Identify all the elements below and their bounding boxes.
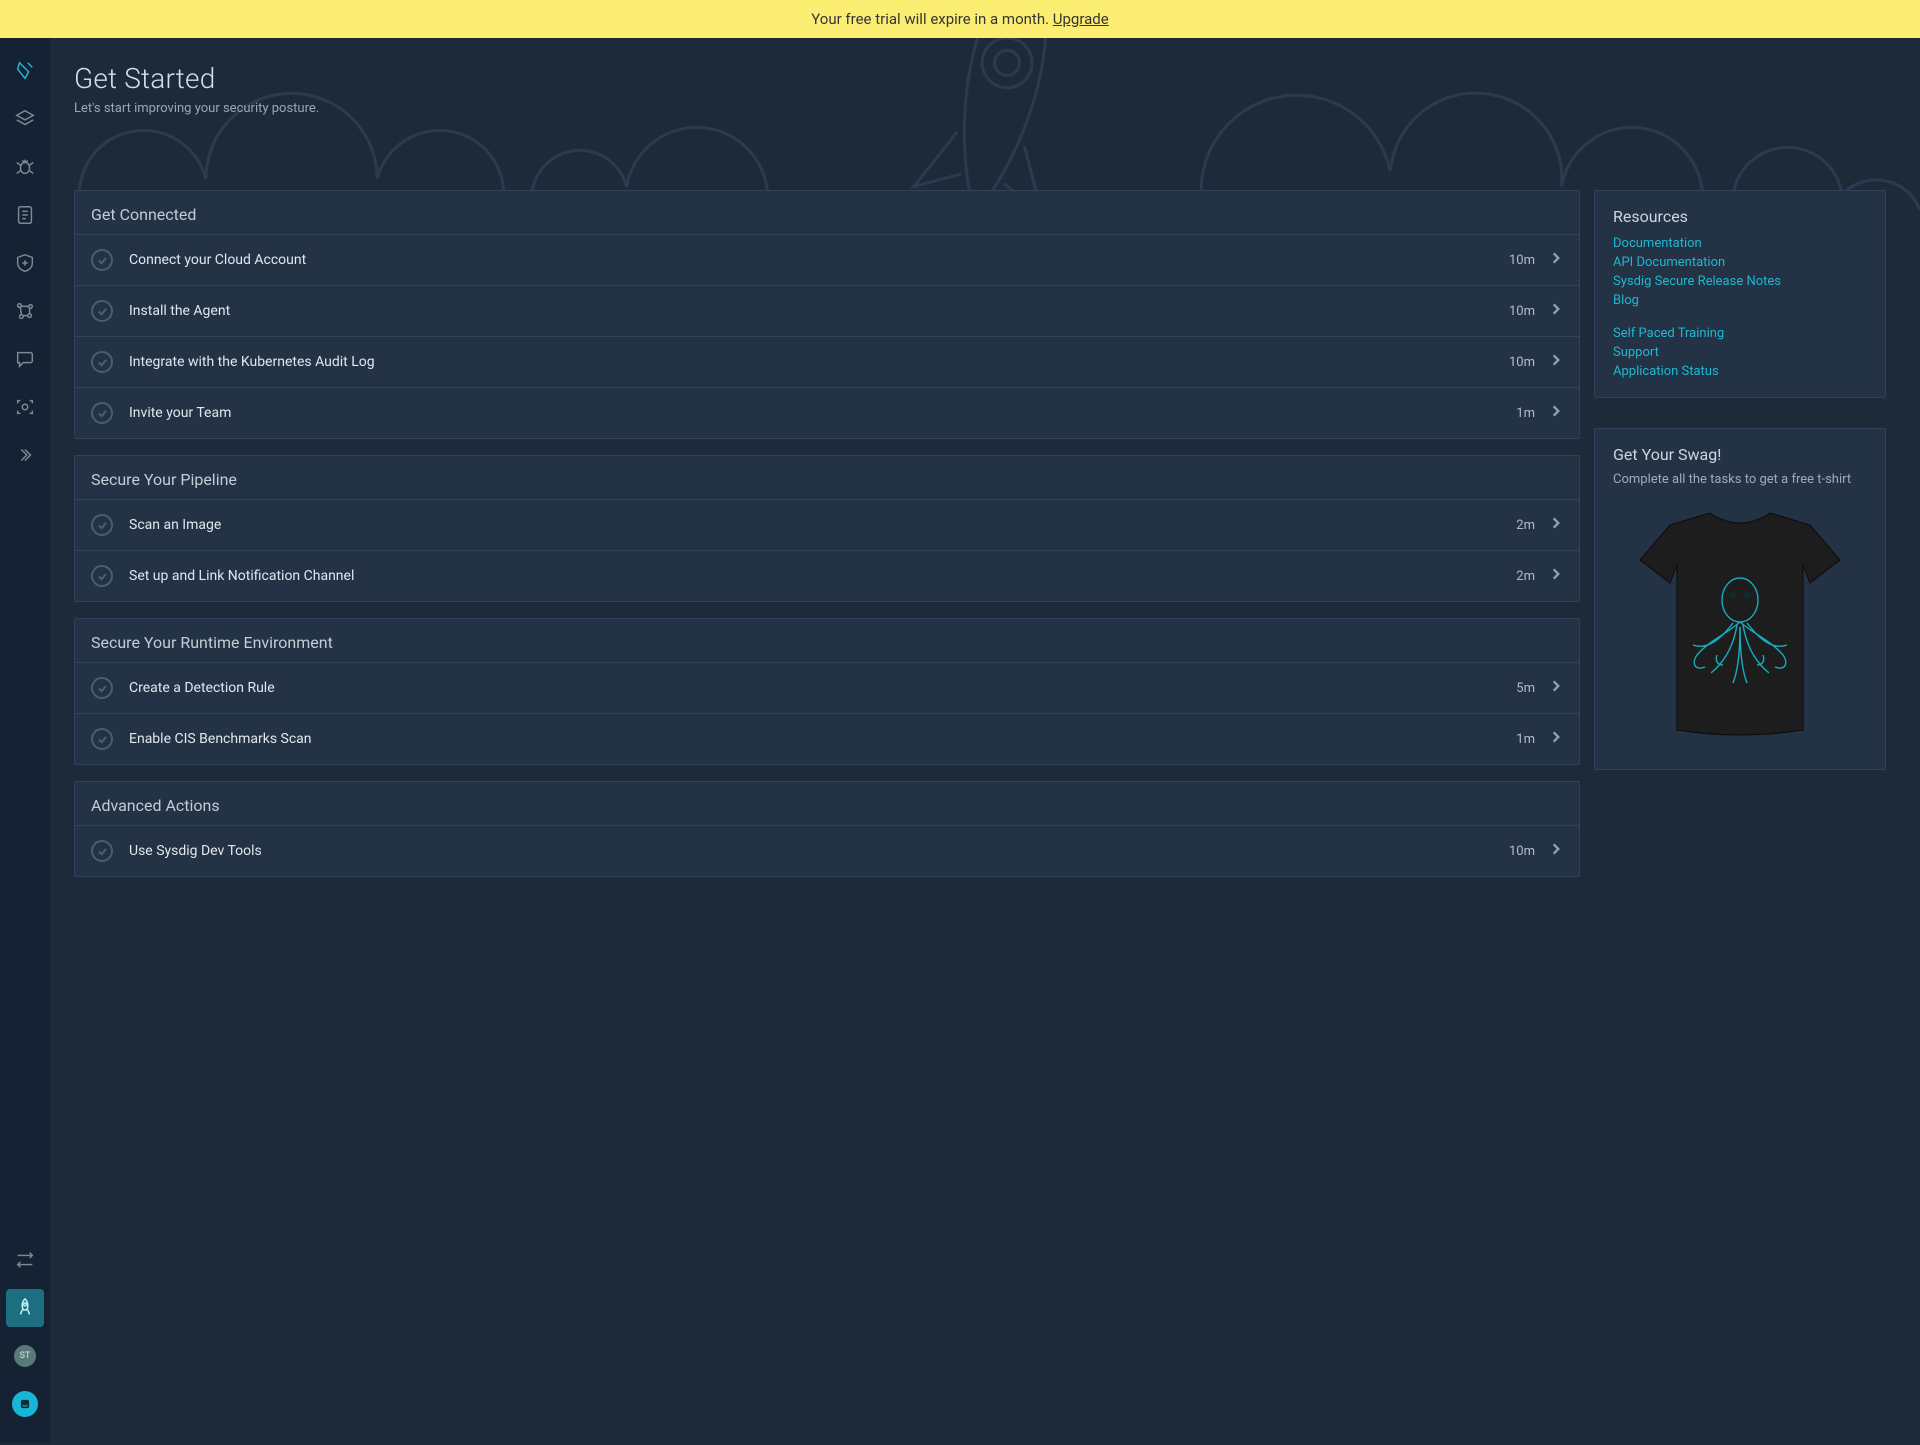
- sidebar-item-shield[interactable]: [6, 244, 44, 282]
- resource-link[interactable]: Self Paced Training: [1613, 326, 1867, 341]
- chevron-right-icon: [1549, 679, 1563, 697]
- task-time: 10m: [1509, 355, 1535, 370]
- chevron-right-icon: [1549, 516, 1563, 534]
- swag-panel: Get Your Swag! Complete all the tasks to…: [1594, 428, 1886, 770]
- task-label: Enable CIS Benchmarks Scan: [129, 731, 312, 747]
- task-section-title: Get Connected: [75, 191, 1579, 234]
- task-section-title: Secure Your Runtime Environment: [75, 619, 1579, 662]
- resource-link[interactable]: Application Status: [1613, 364, 1867, 379]
- chevron-right-icon: [1549, 353, 1563, 371]
- check-icon: [91, 514, 113, 536]
- task-time: 2m: [1516, 518, 1535, 533]
- resource-link[interactable]: API Documentation: [1613, 255, 1867, 270]
- task-label: Set up and Link Notification Channel: [129, 568, 354, 584]
- sidebar-item-get-started[interactable]: [6, 1289, 44, 1327]
- chevron-right-icon: [1549, 302, 1563, 320]
- task-section: Get Connected Connect your Cloud Account 1…: [74, 190, 1580, 439]
- sidebar-item-switch[interactable]: [6, 1241, 44, 1279]
- main: Get Started Let's start improving your s…: [50, 38, 1920, 1443]
- task-time: 10m: [1509, 253, 1535, 268]
- task-row[interactable]: Integrate with the Kubernetes Audit Log 1…: [75, 336, 1579, 387]
- task-row[interactable]: Connect your Cloud Account 10m: [75, 234, 1579, 285]
- chevron-right-icon: [1549, 567, 1563, 585]
- check-icon: [91, 565, 113, 587]
- swag-text: Complete all the tasks to get a free t-s…: [1613, 472, 1867, 487]
- check-icon: [91, 249, 113, 271]
- task-time: 2m: [1516, 569, 1535, 584]
- sidebar-item-chat[interactable]: [6, 340, 44, 378]
- task-section-title: Secure Your Pipeline: [75, 456, 1579, 499]
- avatar-initials: ST: [14, 1345, 36, 1367]
- chevron-right-icon: [1549, 404, 1563, 422]
- check-icon: [91, 300, 113, 322]
- resource-link[interactable]: Sysdig Secure Release Notes: [1613, 274, 1867, 289]
- trial-banner: Your free trial will expire in a month. …: [0, 0, 1920, 38]
- sidebar-item-bug[interactable]: [6, 148, 44, 186]
- task-row[interactable]: Use Sysdig Dev Tools 10m: [75, 825, 1579, 876]
- task-time: 5m: [1516, 681, 1535, 696]
- intercom-icon: [12, 1391, 38, 1417]
- task-row[interactable]: Invite your Team 1m: [75, 387, 1579, 438]
- task-row[interactable]: Enable CIS Benchmarks Scan 1m: [75, 713, 1579, 764]
- task-section-title: Advanced Actions: [75, 782, 1579, 825]
- chevron-right-icon: [1549, 842, 1563, 860]
- resource-link[interactable]: Support: [1613, 345, 1867, 360]
- task-label: Scan an Image: [129, 517, 221, 533]
- brand-icon[interactable]: [6, 52, 44, 90]
- chevron-right-icon: [1549, 730, 1563, 748]
- task-section: Secure Your Runtime EnvironmentCreate a …: [74, 618, 1580, 765]
- swag-title: Get Your Swag!: [1613, 445, 1867, 464]
- task-label: Integrate with the Kubernetes Audit Log: [129, 354, 375, 370]
- sidebar-expand[interactable]: [6, 436, 44, 474]
- check-icon: [91, 351, 113, 373]
- sidebar-item-layers[interactable]: [6, 100, 44, 138]
- resource-link[interactable]: Documentation: [1613, 236, 1867, 251]
- task-label: Create a Detection Rule: [129, 680, 275, 696]
- task-row[interactable]: Scan an Image 2m: [75, 499, 1579, 550]
- task-row[interactable]: Create a Detection Rule 5m: [75, 662, 1579, 713]
- check-icon: [91, 677, 113, 699]
- tshirt-image: [1625, 505, 1855, 745]
- task-time: 1m: [1516, 406, 1535, 421]
- task-time: 10m: [1509, 844, 1535, 859]
- task-label: Use Sysdig Dev Tools: [129, 843, 262, 859]
- sidebar-item-capture[interactable]: [6, 388, 44, 426]
- sidebar-avatar[interactable]: ST: [6, 1337, 44, 1375]
- task-label: Install the Agent: [129, 303, 230, 319]
- task-row[interactable]: Install the Agent 10m: [75, 285, 1579, 336]
- task-time: 1m: [1516, 732, 1535, 747]
- task-label: Connect your Cloud Account: [129, 252, 306, 268]
- task-section: Advanced Actions Use Sysdig Dev Tools 10m: [74, 781, 1580, 877]
- task-row[interactable]: Set up and Link Notification Channel 2m: [75, 550, 1579, 601]
- page-title: Get Started: [74, 62, 1886, 95]
- sidebar: ST: [0, 38, 50, 1443]
- resources-panel: Resources Documentation API Documentation…: [1594, 190, 1886, 398]
- upgrade-link[interactable]: Upgrade: [1053, 10, 1109, 28]
- check-icon: [91, 840, 113, 862]
- task-section: Secure Your PipelineScan an Image2mSet u…: [74, 455, 1580, 602]
- chevron-right-icon: [1549, 251, 1563, 269]
- sidebar-item-document[interactable]: [6, 196, 44, 234]
- trial-banner-text: Your free trial will expire in a month.: [811, 10, 1053, 28]
- task-time: 10m: [1509, 304, 1535, 319]
- task-label: Invite your Team: [129, 405, 231, 421]
- tasks-column: Get Connected Connect your Cloud Account 1…: [74, 190, 1580, 877]
- resources-title: Resources: [1613, 207, 1867, 226]
- page-subtitle: Let's start improving your security post…: [74, 101, 1886, 116]
- sidebar-item-graph[interactable]: [6, 292, 44, 330]
- sidebar-intercom[interactable]: [6, 1385, 44, 1423]
- resource-link[interactable]: Blog: [1613, 293, 1867, 308]
- check-icon: [91, 728, 113, 750]
- check-icon: [91, 402, 113, 424]
